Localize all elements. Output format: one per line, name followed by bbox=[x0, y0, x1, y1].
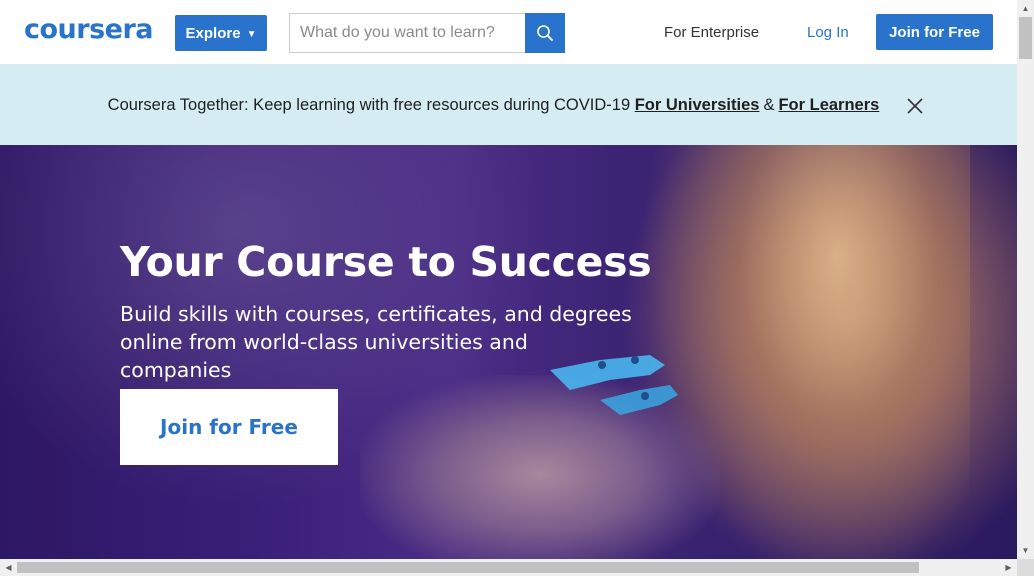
scroll-down-icon[interactable]: ▼ bbox=[1017, 542, 1034, 559]
coursera-logo[interactable]: coursera bbox=[24, 14, 154, 45]
for-universities-link[interactable]: For Universities bbox=[635, 96, 760, 114]
explore-button[interactable]: Explore ▼ bbox=[175, 15, 267, 51]
vertical-scroll-thumb[interactable] bbox=[1019, 17, 1032, 59]
hero-join-for-free-button[interactable]: Join for Free bbox=[120, 389, 338, 465]
banner-ampersand: & bbox=[763, 95, 775, 114]
top-navbar: coursera Explore ▼ For Enterprise Log In… bbox=[0, 0, 1017, 65]
search-icon bbox=[537, 25, 553, 41]
search-button[interactable] bbox=[525, 13, 565, 53]
scroll-up-icon[interactable]: ▲ bbox=[1017, 0, 1034, 17]
close-icon[interactable] bbox=[906, 97, 924, 115]
scrollbar-corner bbox=[1017, 559, 1034, 576]
horizontal-scrollbar[interactable]: ◀ ▶ bbox=[0, 559, 1017, 576]
for-enterprise-link[interactable]: For Enterprise bbox=[664, 24, 759, 41]
scroll-right-icon[interactable]: ▶ bbox=[1000, 559, 1017, 576]
vertical-scrollbar[interactable]: ▲ ▼ bbox=[1017, 0, 1034, 559]
chevron-down-icon: ▼ bbox=[246, 28, 257, 40]
covid-banner: Coursera Together: Keep learning with fr… bbox=[0, 65, 1017, 145]
banner-text: Coursera Together: Keep learning with fr… bbox=[107, 95, 631, 114]
banner-message: Coursera Together: Keep learning with fr… bbox=[108, 96, 880, 115]
hero-subtitle: Build skills with courses, certificates,… bbox=[120, 302, 632, 382]
log-in-link[interactable]: Log In bbox=[807, 24, 849, 41]
explore-label: Explore bbox=[185, 24, 241, 42]
search-bar bbox=[289, 13, 565, 53]
hero-title: Your Course to Success bbox=[120, 238, 652, 286]
scroll-left-icon[interactable]: ◀ bbox=[0, 559, 17, 576]
horizontal-scroll-thumb[interactable] bbox=[17, 562, 919, 573]
for-learners-link[interactable]: For Learners bbox=[778, 96, 879, 114]
join-for-free-button[interactable]: Join for Free bbox=[876, 14, 993, 50]
search-input[interactable] bbox=[289, 13, 525, 53]
